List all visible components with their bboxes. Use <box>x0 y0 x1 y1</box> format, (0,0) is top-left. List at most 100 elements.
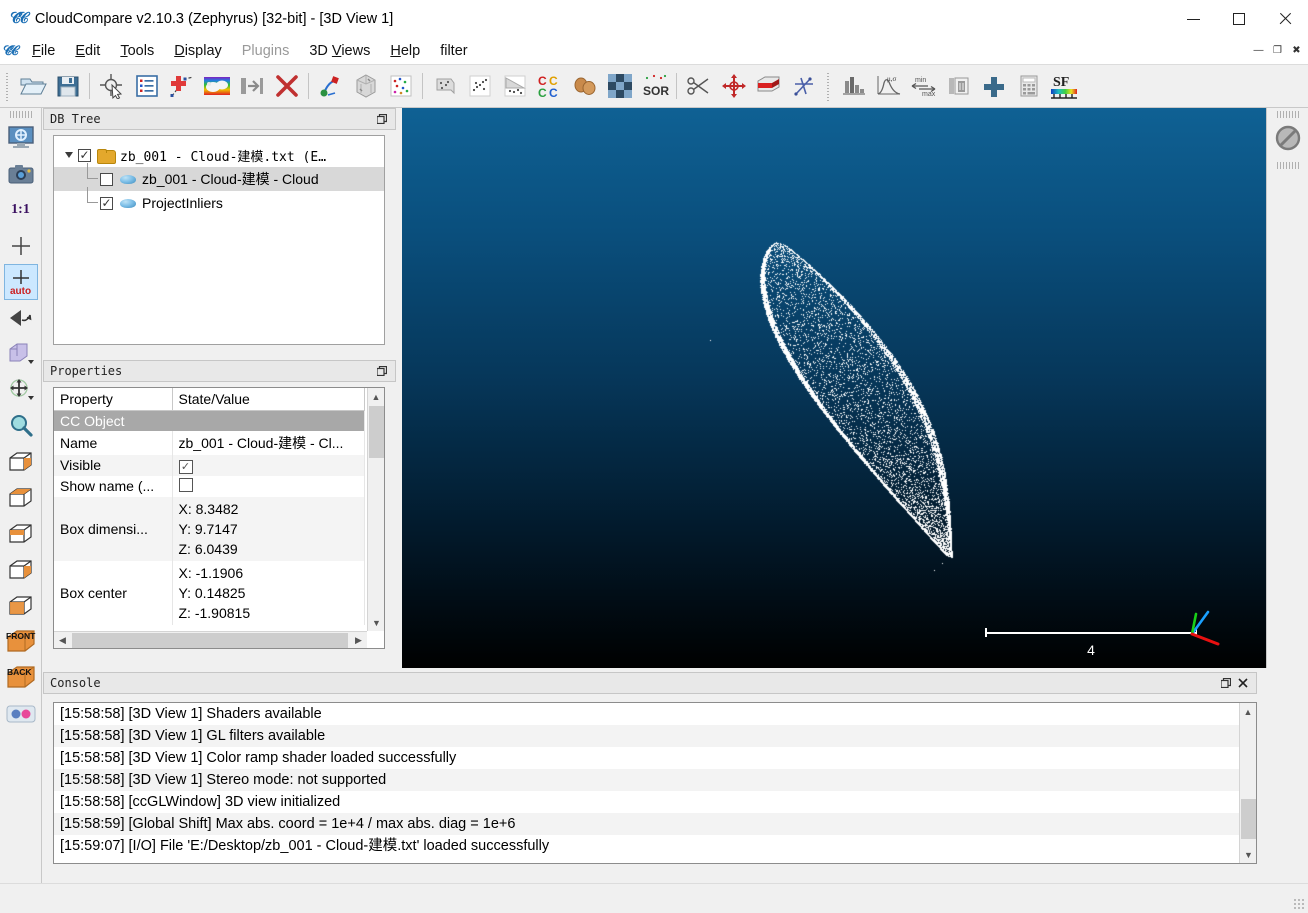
properties-hscroll-thumb[interactable] <box>72 633 348 648</box>
minmax-icon[interactable]: min max <box>906 69 941 104</box>
open-file-icon[interactable] <box>15 69 50 104</box>
default-colors-icon[interactable] <box>4 336 38 372</box>
stereo-mode-icon[interactable] <box>4 696 38 732</box>
menu-filter[interactable]: filter <box>430 40 477 62</box>
colorize-icon[interactable] <box>199 69 234 104</box>
global-zoom-icon[interactable] <box>4 120 38 156</box>
top-view-icon[interactable] <box>4 480 38 516</box>
save-file-icon[interactable] <box>50 69 85 104</box>
mdi-close-button[interactable]: ✖ <box>1289 43 1304 58</box>
console-close-button[interactable] <box>1236 676 1250 690</box>
properties-vscroll-thumb[interactable] <box>369 406 384 458</box>
delete-sf-icon[interactable] <box>941 69 976 104</box>
show-name-checkbox[interactable] <box>178 477 193 492</box>
db-tree-view[interactable]: zb_001 - Cloud-建模.txt (E:/Desk zb_001 - … <box>53 135 385 345</box>
scissors-segment-icon[interactable] <box>681 69 716 104</box>
toolbar-drag-handle-2[interactable] <box>825 71 832 101</box>
cc-compare-icon[interactable]: C C C C <box>532 69 567 104</box>
octree-icon[interactable] <box>348 69 383 104</box>
back-view-icon[interactable]: BACK <box>4 660 38 696</box>
translate-rotate-icon[interactable] <box>716 69 751 104</box>
properties-undock-button[interactable] <box>375 364 389 378</box>
translate-camera-icon[interactable] <box>4 372 38 408</box>
auto-pivot-icon[interactable]: auto <box>3 264 38 300</box>
sample-points-icon[interactable] <box>383 69 418 104</box>
zoom-in-icon[interactable] <box>4 408 38 444</box>
table-row-name[interactable]: Name zb_001 - Cloud-建模 - Cl... <box>54 431 365 455</box>
sor-filter-icon[interactable]: SOR <box>637 69 672 104</box>
table-row-show-name[interactable]: Show name (... <box>54 475 365 497</box>
histogram-icon[interactable] <box>836 69 871 104</box>
menu-help[interactable]: Help <box>380 40 430 62</box>
clipping-box-icon[interactable] <box>751 69 786 104</box>
checkerboard-icon[interactable] <box>602 69 637 104</box>
tree-checkbox[interactable] <box>100 196 113 210</box>
scroll-right-icon[interactable]: ▶ <box>350 632 367 648</box>
table-row-box-center[interactable]: Box center X: -1.1906 Y: 0.14825 Z: -1.9… <box>54 560 365 625</box>
left-view-icon[interactable] <box>4 588 38 624</box>
no-filter-icon[interactable] <box>1271 120 1305 156</box>
tree-item-cloud[interactable]: zb_001 - Cloud-建模 - Cloud <box>54 163 384 191</box>
properties-list-icon[interactable] <box>129 69 164 104</box>
minimize-button[interactable] <box>1170 0 1216 38</box>
add-point-icon[interactable] <box>164 69 199 104</box>
normals-icon[interactable] <box>313 69 348 104</box>
expand-triangle-icon[interactable] <box>65 152 73 158</box>
point-pair-align-icon[interactable] <box>786 69 821 104</box>
export-icon[interactable] <box>234 69 269 104</box>
menu-edit[interactable]: Edit <box>65 40 110 62</box>
console-output[interactable]: [15:58:58] [3D View 1] Shaders available… <box>53 702 1257 864</box>
properties-table[interactable]: Property State/Value CC Object Name zb_0… <box>53 387 385 649</box>
scatter-icon[interactable] <box>462 69 497 104</box>
mesh-icon[interactable] <box>427 69 462 104</box>
select-point-icon[interactable] <box>94 69 129 104</box>
db-tree-undock-button[interactable] <box>375 112 389 126</box>
close-button[interactable] <box>1262 0 1308 38</box>
menu-3d-views[interactable]: 3D Views <box>299 40 380 62</box>
menu-display[interactable]: Display <box>164 40 232 62</box>
console-vscroll-thumb[interactable] <box>1241 799 1256 839</box>
scroll-down-icon[interactable]: ▼ <box>1240 846 1256 863</box>
sf-colorbar-icon[interactable]: SF <box>1046 69 1081 104</box>
bottom-view-icon[interactable] <box>4 516 38 552</box>
scroll-left-icon[interactable]: ◀ <box>54 632 71 648</box>
front-view-icon[interactable]: FRONT <box>4 624 38 660</box>
menu-tools[interactable]: Tools <box>110 40 164 62</box>
properties-vscrollbar[interactable]: ▲ ▼ <box>367 388 384 631</box>
tree-checkbox[interactable] <box>78 148 91 162</box>
menu-file[interactable]: File <box>22 40 65 62</box>
tree-item-root[interactable]: zb_001 - Cloud-建模.txt (E:/Desk <box>54 143 384 167</box>
zoom-1to1-icon[interactable]: 1:1 <box>4 192 38 228</box>
scroll-up-icon[interactable]: ▲ <box>1240 703 1256 720</box>
box-view-icon[interactable] <box>4 444 38 480</box>
gaussian-icon[interactable]: μ,σ <box>871 69 906 104</box>
add-sf-icon[interactable] <box>976 69 1011 104</box>
table-row-visible[interactable]: Visible ✓ <box>54 455 365 476</box>
snapshot-icon[interactable] <box>4 156 38 192</box>
point-cloud-canvas[interactable] <box>402 108 1266 668</box>
mdi-restore-button[interactable]: ❐ <box>1270 43 1285 58</box>
view-toolbar-drag-handle[interactable] <box>9 111 32 118</box>
mdi-minimize-button[interactable]: — <box>1251 43 1266 58</box>
registration-icon[interactable] <box>567 69 602 104</box>
resize-grip-icon[interactable] <box>1293 898 1305 910</box>
gl-filter-drag-handle[interactable] <box>1276 111 1299 118</box>
fit-plane-icon[interactable] <box>497 69 532 104</box>
calculator-icon[interactable] <box>1011 69 1046 104</box>
console-vscrollbar[interactable]: ▲ ▼ <box>1239 703 1256 863</box>
tree-item-projectinliers[interactable]: ProjectInliers <box>54 187 384 215</box>
toggle-view-icon[interactable] <box>4 300 38 336</box>
scroll-up-icon[interactable]: ▲ <box>368 388 384 405</box>
set-pivot-icon[interactable] <box>4 228 38 264</box>
maximize-button[interactable] <box>1216 0 1262 38</box>
console-undock-button[interactable] <box>1219 676 1233 690</box>
tree-checkbox[interactable] <box>100 172 113 186</box>
front-orth-view-icon[interactable] <box>4 552 38 588</box>
properties-hscrollbar[interactable]: ◀ ▶ <box>54 631 367 648</box>
gl-filter-drag-handle-2[interactable] <box>1276 162 1299 169</box>
visible-checkbox[interactable]: ✓ <box>178 459 193 474</box>
delete-icon[interactable] <box>269 69 304 104</box>
table-row-box-dimensions[interactable]: Box dimensi... X: 8.3482 Y: 9.7147 Z: 6.… <box>54 496 365 561</box>
scroll-down-icon[interactable]: ▼ <box>368 614 384 631</box>
3d-view-viewport[interactable]: 4 <box>402 108 1266 668</box>
